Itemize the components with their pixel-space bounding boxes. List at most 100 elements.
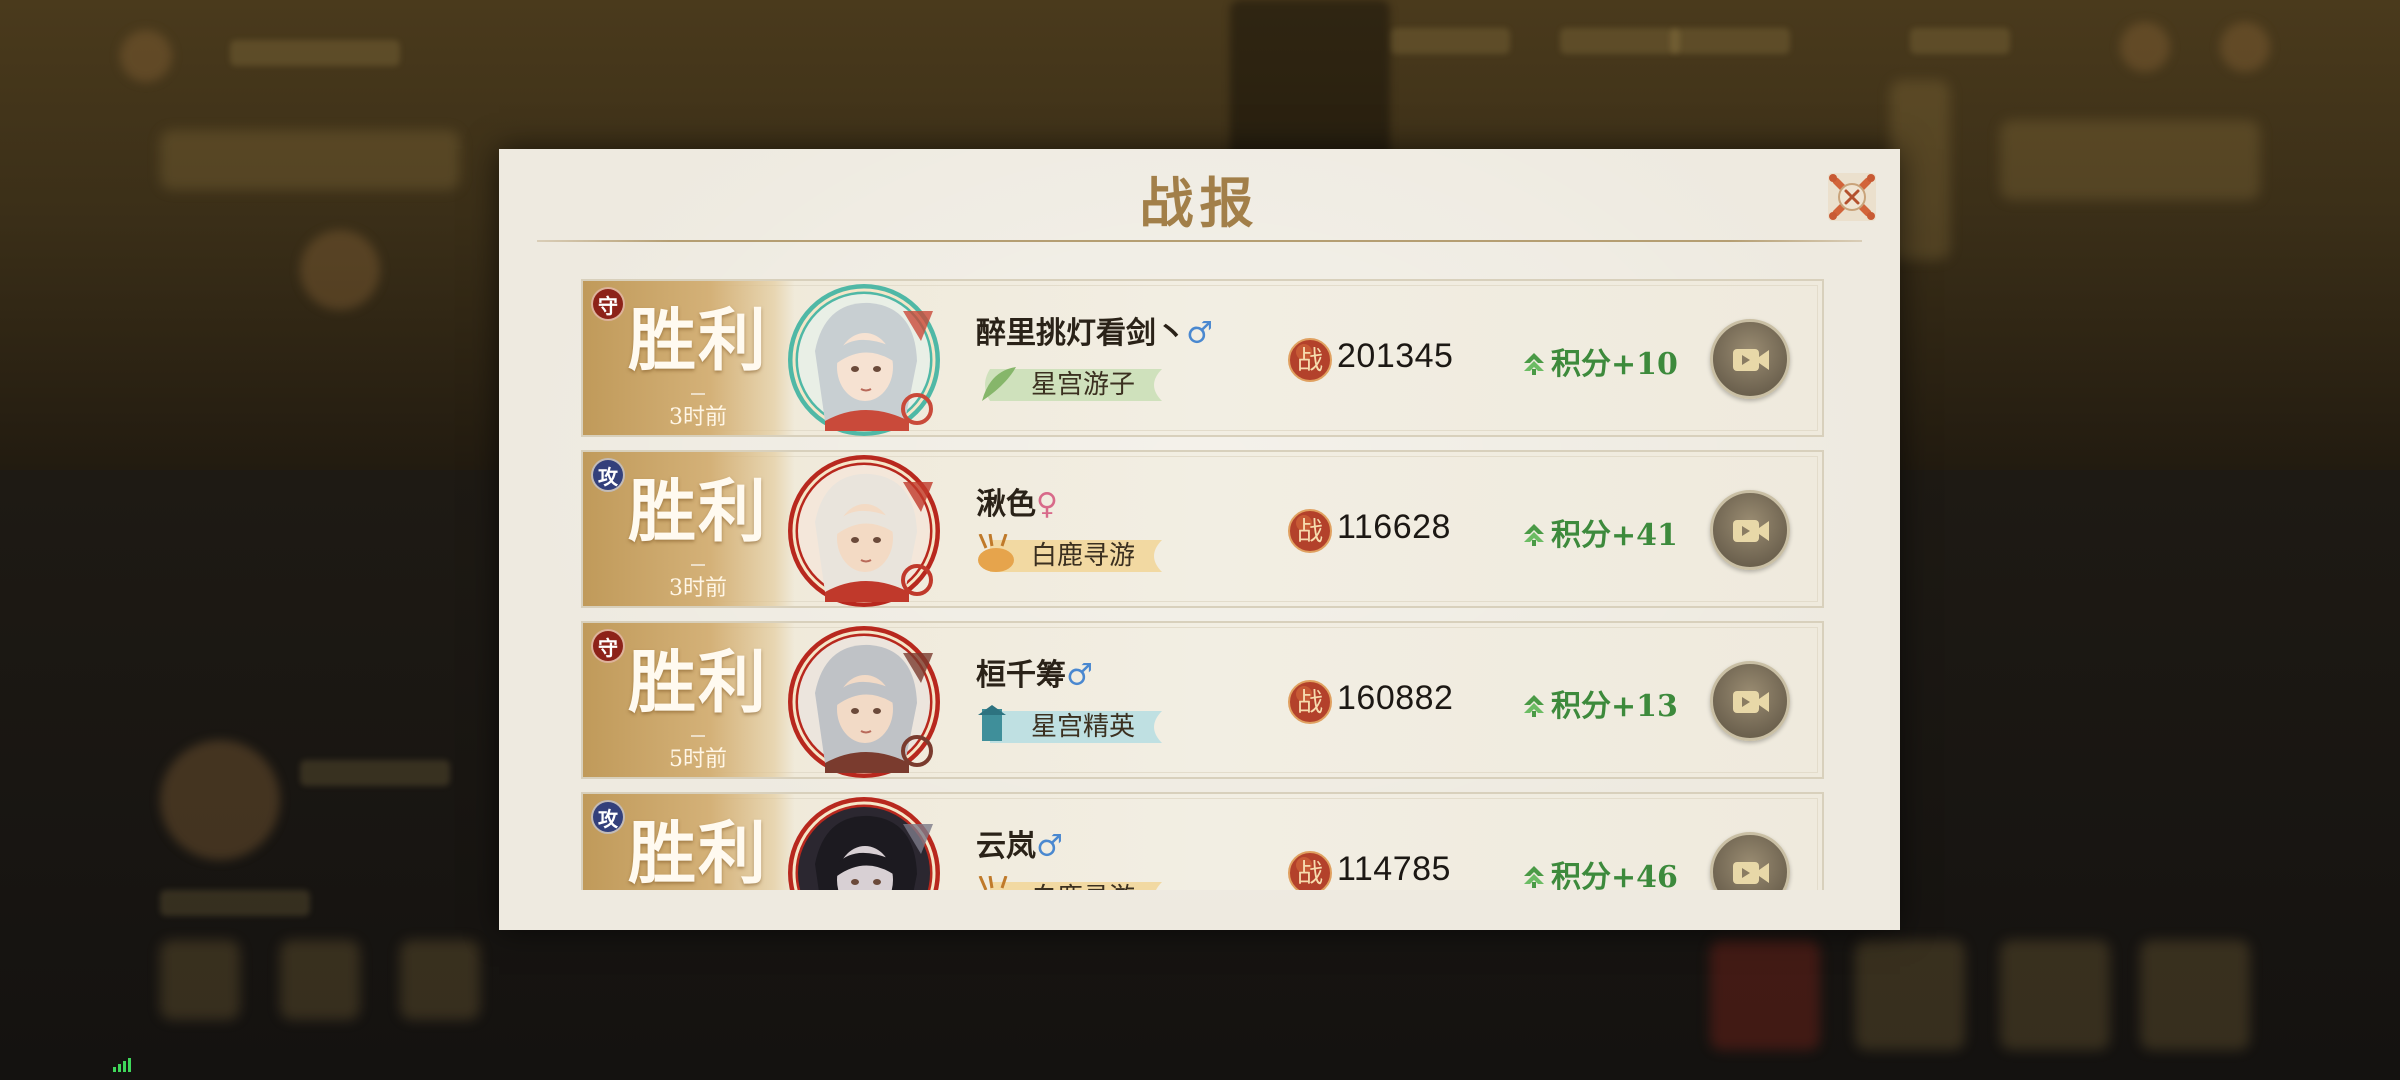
background-tab: [1560, 28, 1680, 54]
video-replay-icon: [1733, 862, 1769, 884]
battle-power-icon: 战: [1288, 851, 1332, 890]
background-avatar: [160, 740, 280, 860]
arrow-up-icon: [1524, 866, 1544, 888]
background-label: [160, 890, 310, 916]
rank-title-badge: 星宫精英: [976, 705, 1166, 749]
player-name: 湫色: [976, 487, 1036, 522]
time-ago: 3时前: [669, 576, 727, 601]
result-panel: 守 胜利 3时前: [583, 281, 795, 435]
player-name: 醉里挑灯看剑丶: [976, 316, 1186, 351]
score-value: 积分+10: [1551, 347, 1678, 382]
time-ago: 5时前: [669, 747, 727, 772]
svg-text:战: 战: [1297, 346, 1323, 376]
background-button: [2140, 940, 2250, 1050]
signal-icon: [113, 1058, 131, 1072]
time-divider: [691, 735, 705, 737]
rank-title-badge: 白鹿寻游: [976, 876, 1166, 890]
background-label: [300, 760, 450, 786]
score-value: 积分+13: [1551, 689, 1678, 724]
rank-title-badge: 白鹿寻游: [976, 534, 1166, 578]
background-item: [160, 940, 240, 1020]
role-badge: 守: [591, 629, 625, 663]
arrow-up-icon: [1524, 524, 1544, 546]
opponent-name: 桓千筹♂: [976, 650, 1093, 694]
replay-button[interactable]: [1710, 661, 1790, 741]
background-panel: [2000, 120, 2260, 200]
time-divider: [691, 564, 705, 566]
time-ago: 3时前: [669, 405, 727, 430]
background-button: [1855, 940, 1965, 1050]
score-change: 积分+41: [1523, 510, 1678, 554]
time-divider: [691, 393, 705, 395]
result-text: 胜利: [627, 472, 768, 552]
battle-report-dialog: 战报 守 胜利 3时前 醉里挑灯看剑丶♂ 星宫游子 战 201345 积分+10…: [499, 149, 1900, 930]
score-change: 积分+46: [1523, 852, 1678, 890]
opponent-avatar[interactable]: [785, 794, 943, 890]
gender-icon: ♂: [1066, 658, 1093, 693]
rank-title: 白鹿寻游: [1030, 541, 1135, 571]
svg-text:战: 战: [1297, 688, 1323, 718]
background-panel: [160, 130, 460, 190]
result-panel: 守 胜利 5时前: [583, 623, 795, 777]
opponent-avatar[interactable]: [785, 452, 943, 610]
battle-report-row: 守 胜利 5时前 桓千筹♂ 星宫精英 战 160882 积分+13: [581, 621, 1824, 779]
rank-title-badge: 星宫游子: [976, 363, 1166, 407]
background-button: [1710, 940, 1820, 1050]
character-portrait: [788, 626, 940, 778]
gender-icon: ♂: [1036, 829, 1063, 864]
role-badge: 守: [591, 287, 625, 321]
battle-power-value: 160882: [1337, 679, 1454, 717]
arrow-up-icon: [1524, 353, 1544, 375]
battle-report-list[interactable]: 守 胜利 3时前 醉里挑灯看剑丶♂ 星宫游子 战 201345 积分+10 攻 …: [581, 279, 1826, 890]
background-icon: [2220, 22, 2270, 72]
result-text: 胜利: [627, 643, 768, 723]
battle-power-value: 116628: [1337, 508, 1451, 546]
replay-button[interactable]: [1710, 832, 1790, 890]
role-badge: 攻: [591, 800, 625, 834]
background-item: [400, 940, 480, 1020]
result-panel: 攻 胜利 3时前: [583, 452, 795, 606]
result-panel: 攻 胜利: [583, 794, 795, 890]
character-portrait: [788, 455, 940, 607]
opponent-name: 云岚♂: [976, 821, 1063, 865]
opponent-avatar[interactable]: [785, 623, 943, 781]
background-icon: [120, 30, 172, 82]
svg-text:战: 战: [1297, 517, 1323, 547]
gender-icon: ♂: [1186, 316, 1213, 351]
result-text: 胜利: [627, 814, 768, 890]
character-portrait: [788, 797, 940, 890]
opponent-avatar[interactable]: [785, 281, 943, 439]
battle-report-row: 守 胜利 3时前 醉里挑灯看剑丶♂ 星宫游子 战 201345 积分+10: [581, 279, 1824, 437]
battle-power-icon: 战: [1288, 338, 1332, 382]
background-tab: [1910, 28, 2010, 54]
battle-report-row: 攻 胜利 云岚♂ 白鹿寻游 战 114785: [581, 792, 1824, 890]
player-name: 桓千筹: [976, 658, 1066, 693]
video-replay-icon: [1733, 520, 1769, 542]
result-text: 胜利: [627, 301, 768, 381]
battle-report-row: 攻 胜利 3时前 湫色♀ 白鹿寻游 战 116628 积分+41: [581, 450, 1824, 608]
rank-title: 星宫精英: [1030, 712, 1135, 742]
player-name: 云岚: [976, 829, 1036, 864]
score-value: 积分+46: [1551, 860, 1678, 890]
arrow-up-icon: [1524, 695, 1544, 717]
score-value: 积分+41: [1551, 518, 1678, 553]
battle-power-icon: 战: [1288, 680, 1332, 724]
background-tab: [1390, 28, 1510, 54]
background-button: [2000, 940, 2110, 1050]
replay-button[interactable]: [1710, 319, 1790, 399]
background-avatar: [300, 230, 380, 310]
video-replay-icon: [1733, 349, 1769, 371]
rank-title: 星宫游子: [1030, 370, 1135, 400]
dialog-title: 战报: [1139, 171, 1260, 235]
score-change: 积分+10: [1523, 339, 1678, 383]
battle-power-value: 201345: [1337, 337, 1454, 375]
video-replay-icon: [1733, 691, 1769, 713]
background-label: [230, 40, 400, 66]
close-icon: [1828, 173, 1876, 221]
battle-power-icon: 战: [1288, 509, 1332, 553]
replay-button[interactable]: [1710, 490, 1790, 570]
gender-icon: ♀: [1036, 487, 1058, 522]
background-item: [280, 940, 360, 1020]
role-badge: 攻: [591, 458, 625, 492]
close-button[interactable]: [1824, 169, 1880, 225]
